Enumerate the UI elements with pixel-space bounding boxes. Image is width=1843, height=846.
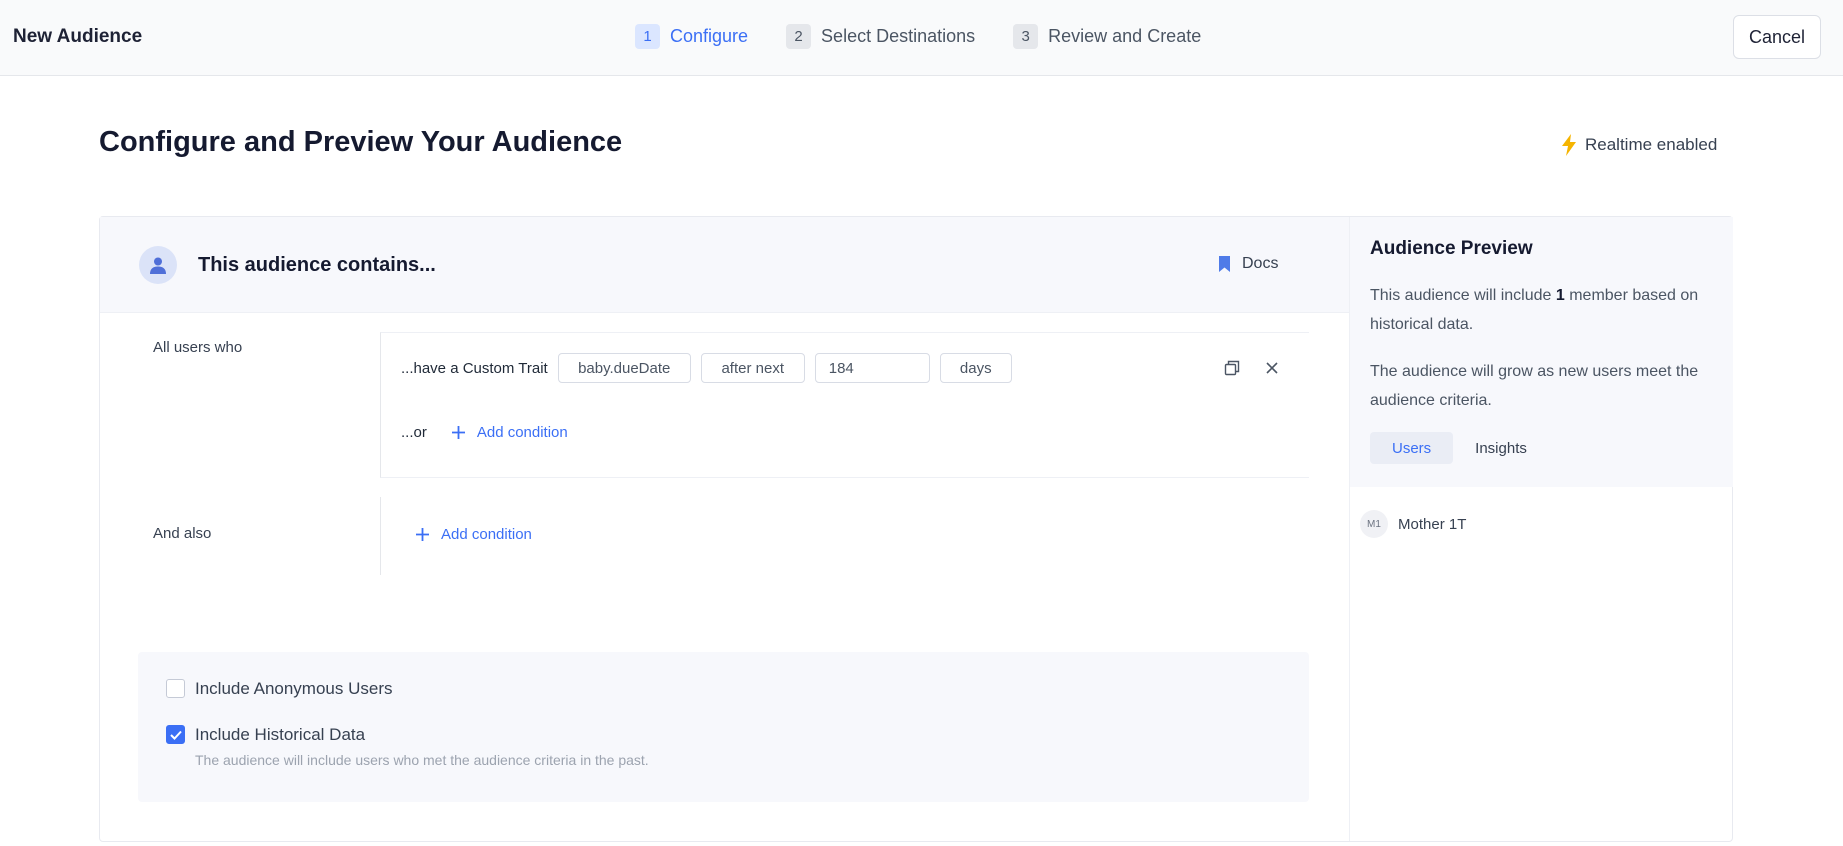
- duplicate-icon[interactable]: [1221, 357, 1243, 379]
- add-condition-button[interactable]: Add condition: [416, 526, 532, 543]
- condition-row: ...have a Custom Trait baby.dueDate afte…: [401, 353, 1022, 383]
- bookmark-icon: [1219, 256, 1230, 272]
- summary-text: This audience will include: [1370, 287, 1556, 304]
- condition-group: ...have a Custom Trait baby.dueDate afte…: [380, 332, 1309, 478]
- checkmark-icon: [169, 730, 182, 740]
- add-condition-button[interactable]: Add condition: [451, 424, 568, 441]
- step-configure[interactable]: 1 Configure: [635, 24, 748, 49]
- step-label: Select Destinations: [821, 26, 976, 46]
- value-input[interactable]: 184: [814, 353, 930, 383]
- realtime-status: Realtime enabled: [1561, 134, 1717, 156]
- member-list-item[interactable]: M1 Mother 1T: [1360, 510, 1466, 538]
- builder-header: This audience contains... Docs: [100, 217, 1349, 313]
- tab-users[interactable]: Users: [1370, 432, 1454, 464]
- tab-insights[interactable]: Insights: [1453, 432, 1549, 464]
- preview-summary: Audience Preview This audience will incl…: [1350, 217, 1733, 487]
- member-name: Mother 1T: [1398, 515, 1467, 533]
- page-title: Configure and Preview Your Audience: [99, 126, 623, 158]
- user-icon: [139, 246, 177, 284]
- step-label: Review and Create: [1048, 26, 1202, 46]
- operator-select[interactable]: after next: [700, 353, 805, 383]
- or-row: ...or Add condition: [401, 424, 568, 441]
- realtime-label: Realtime enabled: [1585, 135, 1718, 154]
- audience-preview-panel: Audience Preview This audience will incl…: [1349, 217, 1733, 841]
- historical-data-label: Include Historical Data: [195, 725, 366, 744]
- plus-icon: [451, 426, 465, 439]
- and-also-group: Add condition: [380, 497, 1309, 575]
- step-number: 1: [635, 24, 660, 49]
- and-also-label: And also: [153, 525, 212, 542]
- step-number: 3: [1013, 24, 1039, 49]
- add-condition-label: Add condition: [476, 424, 568, 441]
- cancel-button[interactable]: Cancel: [1733, 15, 1821, 59]
- anonymous-users-checkbox[interactable]: [166, 679, 185, 698]
- audience-builder: This audience contains... Docs All users…: [100, 217, 1349, 841]
- audience-options: Include Anonymous Users Include Historic…: [138, 652, 1309, 802]
- lightning-icon: [1562, 134, 1576, 156]
- all-users-label: All users who: [153, 339, 243, 356]
- docs-link[interactable]: Docs: [1219, 255, 1278, 273]
- add-condition-label: Add condition: [441, 526, 532, 543]
- wizard-steps: 1 Configure 2 Select Destinations 3 Revi…: [635, 24, 1239, 49]
- step-select-destinations[interactable]: 2 Select Destinations: [786, 24, 975, 49]
- audience-card: This audience contains... Docs All users…: [99, 216, 1733, 842]
- step-label: Configure: [670, 26, 749, 46]
- app-title: New Audience: [13, 26, 143, 47]
- step-review-and-create[interactable]: 3 Review and Create: [1013, 24, 1201, 49]
- anonymous-users-label: Include Anonymous Users: [195, 679, 393, 698]
- preview-tabs: Users Insights: [1370, 432, 1549, 464]
- historical-data-checkbox[interactable]: [166, 725, 185, 744]
- docs-label: Docs: [1242, 255, 1279, 272]
- top-bar: New Audience 1 Configure 2 Select Destin…: [0, 0, 1843, 76]
- builder-title: This audience contains...: [198, 254, 436, 276]
- trait-select[interactable]: baby.dueDate: [557, 353, 691, 383]
- preview-title: Audience Preview: [1370, 238, 1533, 259]
- close-icon[interactable]: [1261, 357, 1283, 379]
- historical-data-help: The audience will include users who met …: [195, 752, 649, 768]
- avatar: M1: [1360, 510, 1388, 538]
- unit-select[interactable]: days: [939, 353, 1012, 383]
- member-count: 1: [1555, 287, 1565, 304]
- plus-icon: [416, 528, 429, 541]
- condition-prefix: ...have a Custom Trait: [401, 359, 548, 377]
- preview-member-summary: This audience will include 1 member base…: [1370, 281, 1715, 339]
- preview-growth-note: The audience will grow as new users meet…: [1370, 363, 1699, 409]
- or-label: ...or: [401, 424, 427, 441]
- step-number: 2: [786, 24, 812, 49]
